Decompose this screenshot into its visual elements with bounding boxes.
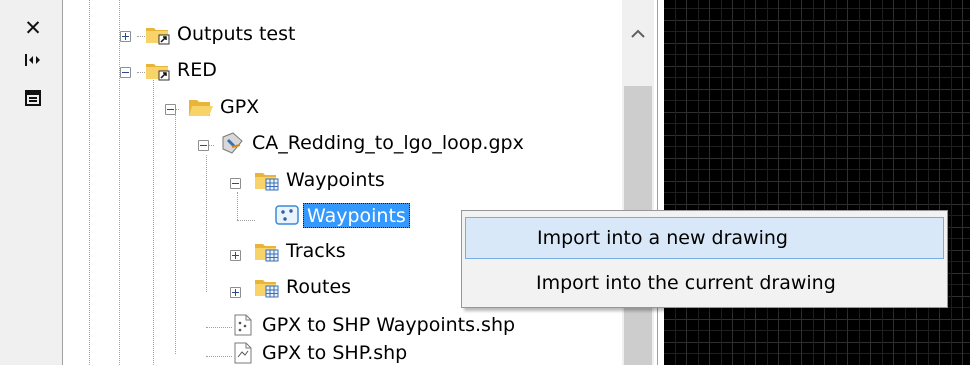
tree-item-label: Waypoints [303, 202, 410, 228]
menu-item-import-current-drawing[interactable]: Import into the current drawing [465, 262, 944, 304]
tree-guide-line [206, 356, 232, 357]
gpx-file-icon [220, 132, 246, 154]
context-menu: Import into a new drawing Import into th… [461, 210, 948, 308]
tree-item-label: RED [177, 58, 217, 81]
shapefile-icon [230, 342, 256, 364]
tree-item-label: GPX to SHP.shp [262, 341, 408, 364]
auto-hide-icon[interactable] [22, 50, 44, 70]
properties-icon[interactable] [22, 88, 44, 108]
menu-item-import-new-drawing[interactable]: Import into a new drawing [465, 217, 944, 259]
tree-item-label: GPX to SHP Waypoints.shp [262, 313, 516, 336]
tree-item-gpx-folder[interactable]: GPX [188, 94, 262, 120]
tree-guide-line [206, 327, 232, 328]
point-layer-icon [274, 204, 300, 226]
tree-guide-line [237, 220, 255, 221]
tree-item-label: GPX [220, 95, 260, 118]
tree-item-label: Waypoints [286, 168, 385, 191]
tree-item-shapefile[interactable]: GPX to SHP.shp [230, 340, 410, 365]
tree-item-routes[interactable]: Routes [254, 274, 354, 300]
tree-item-outputs-test[interactable]: Outputs test [145, 21, 298, 47]
tree-item-tracks[interactable]: Tracks [254, 238, 349, 264]
tree-guide-line [237, 192, 238, 220]
folder-shortcut-icon [145, 23, 171, 45]
tree-scrollbar[interactable] [622, 0, 654, 365]
collapse-toggle[interactable] [230, 178, 241, 189]
collapse-toggle[interactable] [198, 140, 209, 151]
expand-toggle[interactable] [120, 31, 131, 42]
tree-guide-line [153, 74, 154, 365]
panel-divider [62, 0, 63, 365]
tree-item-label: Outputs test [177, 22, 296, 45]
shapefile-points-icon [230, 314, 256, 336]
tree-guide-line [175, 110, 176, 354]
scroll-up-icon[interactable] [622, 22, 654, 44]
tree-item-label: Routes [286, 275, 352, 298]
tree-guide-line [89, 0, 90, 365]
tree-guide-line [206, 155, 207, 292]
project-tree[interactable]: Outputs test RED GPX CA_Redding_to_lgo_l… [64, 0, 654, 365]
expand-toggle[interactable] [230, 287, 241, 298]
collapse-toggle[interactable] [120, 67, 131, 78]
panel-divider [657, 0, 658, 365]
tree-guide-line [119, 0, 120, 365]
tree-item-label: CA_Redding_to_lgo_loop.gpx [252, 131, 524, 154]
tree-item-red[interactable]: RED [145, 57, 220, 83]
feature-folder-icon [254, 240, 280, 262]
feature-folder-icon [254, 276, 280, 298]
panel-toolstrip: ✕ [0, 0, 62, 365]
tree-item-label: Tracks [286, 239, 346, 262]
expand-toggle[interactable] [230, 250, 241, 261]
folder-open-icon [188, 96, 214, 118]
folder-shortcut-icon [145, 59, 171, 81]
tree-item-waypoints-folder[interactable]: Waypoints [254, 167, 388, 193]
collapse-toggle[interactable] [165, 104, 176, 115]
tree-item-shapefile-waypoints[interactable]: GPX to SHP Waypoints.shp [230, 312, 518, 338]
feature-folder-icon [254, 169, 280, 191]
drawing-canvas[interactable] [664, 0, 970, 365]
tree-item-gpx-file[interactable]: CA_Redding_to_lgo_loop.gpx [220, 130, 527, 156]
tree-item-waypoints-layer[interactable]: Waypoints [274, 202, 410, 228]
close-icon[interactable]: ✕ [22, 16, 44, 40]
